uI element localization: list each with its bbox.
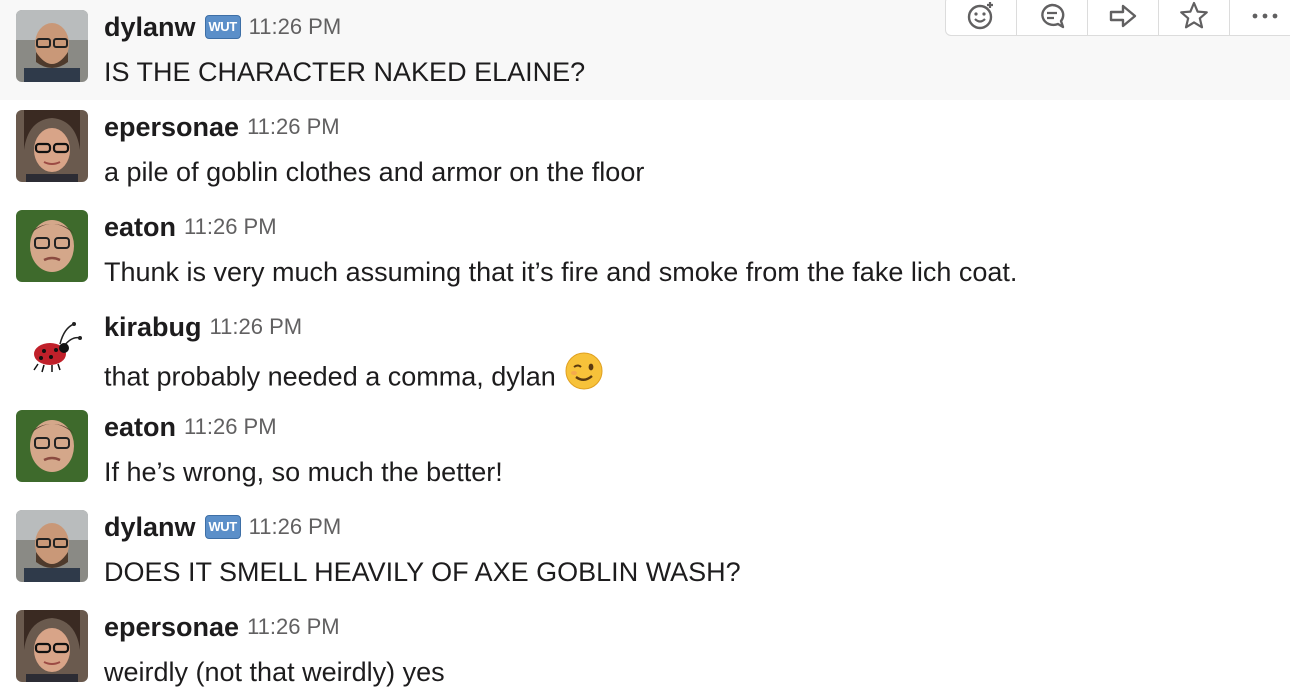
message-text: that probably needed a comma, dylan xyxy=(104,351,604,403)
star-button[interactable] xyxy=(1159,0,1230,35)
custom-emoji-badge: WUT xyxy=(204,515,241,539)
avatar-eaton[interactable] xyxy=(16,410,88,482)
message-row[interactable]: kirabug 11:26 PM that probably needed a … xyxy=(0,300,1290,400)
start-thread-icon xyxy=(1041,3,1065,29)
share-message-button[interactable] xyxy=(1088,0,1159,35)
timestamp[interactable]: 11:26 PM xyxy=(247,114,340,140)
message-text: DOES IT SMELL HEAVILY OF AXE GOBLIN WASH… xyxy=(104,557,741,587)
message-header: dylanw WUT 11:26 PM xyxy=(104,10,341,44)
timestamp[interactable]: 11:26 PM xyxy=(247,614,340,640)
more-actions-icon xyxy=(1252,13,1278,19)
message-header: dylanw WUT 11:26 PM xyxy=(104,510,341,544)
avatar-dylanw[interactable] xyxy=(16,10,88,82)
message-text: a pile of goblin clothes and armor on th… xyxy=(104,157,645,187)
avatar-epersonae[interactable] xyxy=(16,110,88,182)
start-thread-button[interactable] xyxy=(1017,0,1088,35)
username[interactable]: eaton xyxy=(104,412,176,443)
username[interactable]: eaton xyxy=(104,212,176,243)
avatar-epersonae[interactable] xyxy=(16,610,88,682)
message-row[interactable]: dylanw WUT 11:26 PM DOES IT SMELL HEAVIL… xyxy=(0,500,1290,600)
message-text-content: that probably needed a comma, dylan xyxy=(104,361,556,392)
username[interactable]: epersonae xyxy=(104,112,239,143)
more-actions-button[interactable] xyxy=(1230,0,1290,35)
message-row[interactable]: eaton 11:26 PM Thunk is very much assumi… xyxy=(0,200,1290,300)
star-icon xyxy=(1180,1,1208,29)
message-header: epersonae 11:26 PM xyxy=(104,110,340,144)
message-header: kirabug 11:26 PM xyxy=(104,310,302,344)
custom-emoji-badge: WUT xyxy=(204,15,241,39)
message-text: IS THE CHARACTER NAKED ELAINE? xyxy=(104,57,586,87)
message-row[interactable]: eaton 11:26 PM If he’s wrong, so much th… xyxy=(0,400,1290,500)
message-text: weirdly (not that weirdly) yes xyxy=(104,657,445,687)
timestamp[interactable]: 11:26 PM xyxy=(249,514,342,540)
username[interactable]: kirabug xyxy=(104,312,202,343)
username[interactable]: dylanw xyxy=(104,512,196,543)
timestamp[interactable]: 11:26 PM xyxy=(184,414,277,440)
message-row[interactable]: epersonae 11:26 PM weirdly (not that wei… xyxy=(0,600,1290,700)
message-header: epersonae 11:26 PM xyxy=(104,610,340,644)
wink-emoji-icon xyxy=(564,351,604,400)
message-header: eaton 11:26 PM xyxy=(104,410,277,444)
add-reaction-button[interactable] xyxy=(946,0,1017,35)
avatar-eaton[interactable] xyxy=(16,210,88,282)
message-header: eaton 11:26 PM xyxy=(104,210,277,244)
username[interactable]: epersonae xyxy=(104,612,239,643)
username[interactable]: dylanw xyxy=(104,12,196,43)
timestamp[interactable]: 11:26 PM xyxy=(249,14,342,40)
timestamp[interactable]: 11:26 PM xyxy=(210,314,303,340)
timestamp[interactable]: 11:26 PM xyxy=(184,214,277,240)
message-actions-toolbar xyxy=(945,0,1290,36)
add-reaction-icon xyxy=(967,2,993,30)
message-row[interactable]: epersonae 11:26 PM a pile of goblin clot… xyxy=(0,100,1290,200)
message-text: Thunk is very much assuming that it’s fi… xyxy=(104,257,1018,287)
avatar-dylanw[interactable] xyxy=(16,510,88,582)
message-text: If he’s wrong, so much the better! xyxy=(104,457,503,487)
message-row[interactable]: dylanw WUT 11:26 PM IS THE CHARACTER NAK… xyxy=(0,0,1290,100)
share-message-icon xyxy=(1109,4,1137,28)
avatar-kirabug[interactable] xyxy=(16,310,88,382)
